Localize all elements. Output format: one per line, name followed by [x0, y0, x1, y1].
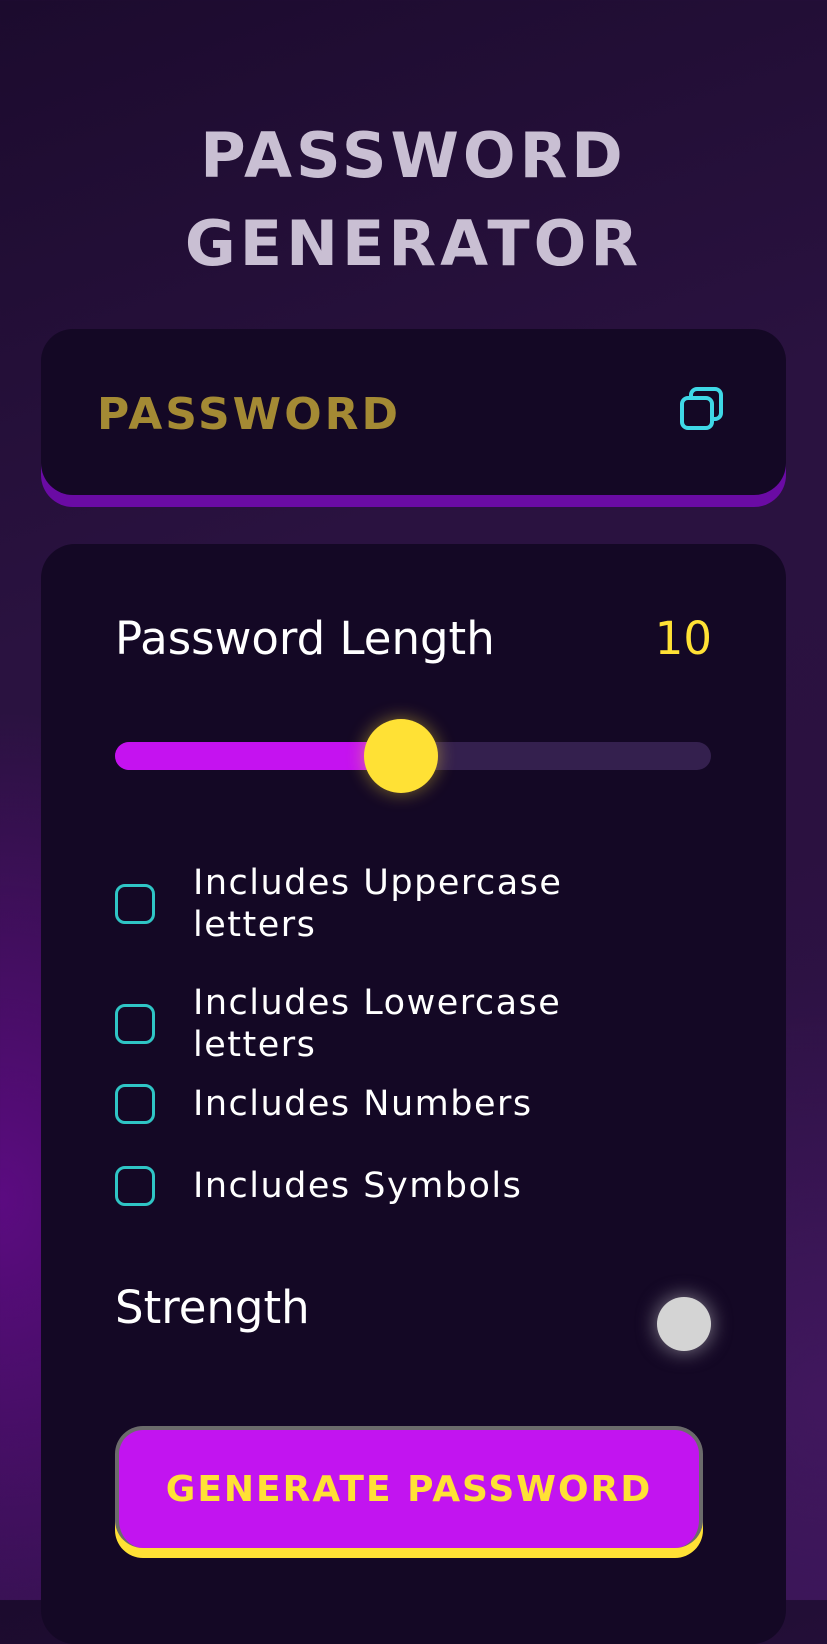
generate-password-label: GENERATE PASSWORD — [165, 1468, 653, 1510]
page-title: PASSWORD GENERATOR — [0, 112, 827, 288]
settings-card: Password Length 10 Includes Uppercase le… — [41, 544, 786, 1644]
password-length-label: Password Length — [115, 612, 495, 665]
password-display-card: PASSWORD — [41, 329, 786, 495]
option-symbols-label: Includes Symbols — [193, 1166, 523, 1206]
copy-icon — [680, 387, 723, 430]
password-length-slider[interactable] — [115, 719, 711, 793]
copy-button[interactable] — [677, 384, 727, 434]
slider-thumb[interactable] — [364, 719, 439, 793]
password-length-value: 10 — [654, 612, 712, 665]
strength-label: Strength — [115, 1281, 310, 1334]
password-output: PASSWORD — [97, 389, 402, 440]
page-title-line-1: PASSWORD — [200, 119, 627, 192]
option-numbers[interactable]: Includes Numbers — [115, 1083, 715, 1125]
option-lowercase-label: Includes Lowercase letters — [193, 983, 562, 1065]
option-lowercase[interactable]: Includes Lowercase letters — [115, 982, 715, 1066]
option-uppercase-label: Includes Uppercase letters — [193, 863, 563, 945]
strength-indicator — [657, 1297, 711, 1351]
option-symbols[interactable]: Includes Symbols — [115, 1165, 715, 1207]
generate-password-button[interactable]: GENERATE PASSWORD — [115, 1426, 703, 1548]
page-title-line-2: GENERATOR — [184, 207, 643, 280]
slider-fill — [115, 742, 402, 770]
option-numbers-label: Includes Numbers — [193, 1084, 533, 1124]
numbers-checkbox[interactable] — [115, 1084, 155, 1124]
uppercase-checkbox[interactable] — [115, 884, 155, 924]
symbols-checkbox[interactable] — [115, 1166, 155, 1206]
lowercase-checkbox[interactable] — [115, 1004, 155, 1044]
option-uppercase[interactable]: Includes Uppercase letters — [115, 862, 715, 946]
